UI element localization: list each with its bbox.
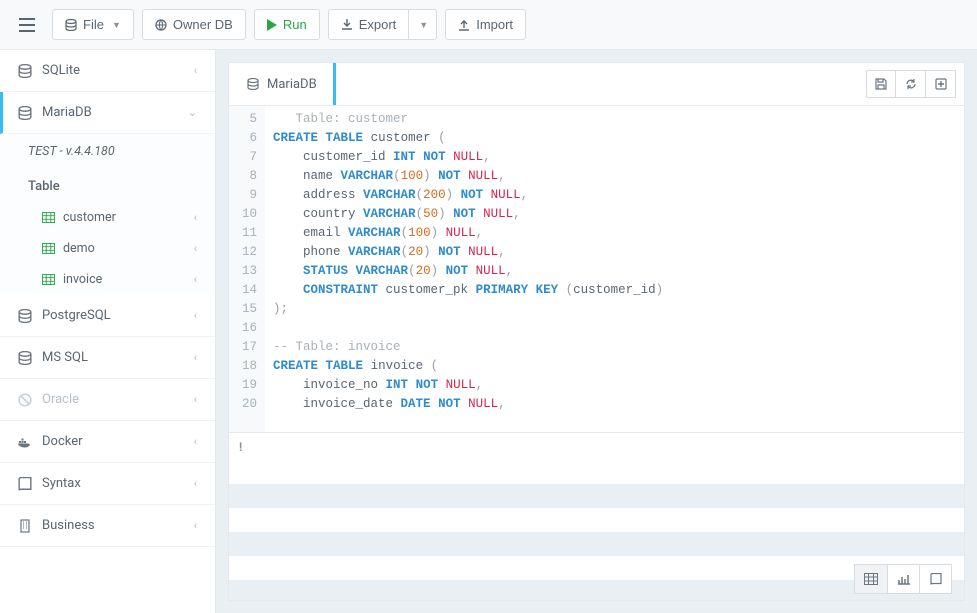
- sidebar-item-postgresql[interactable]: PostgreSQL ‹: [0, 295, 215, 337]
- file-label: File: [83, 17, 104, 32]
- chevron-left-icon: ‹: [194, 211, 197, 224]
- chevron-left-icon: ‹: [194, 393, 197, 406]
- import-label: Import: [476, 17, 513, 32]
- sidebar-item-label: Syntax: [42, 476, 81, 491]
- sidebar-item-docker[interactable]: Docker ‹: [0, 421, 215, 463]
- result-indicator: !: [239, 440, 242, 454]
- chevron-left-icon: ‹: [194, 519, 197, 532]
- owner-db-label: Owner DB: [173, 17, 233, 32]
- tab-bar: MariaDB: [228, 62, 965, 106]
- play-icon: [267, 19, 277, 31]
- tables-heading: Table: [0, 169, 215, 202]
- sidebar-item-ms-sql[interactable]: MS SQL ‹: [0, 337, 215, 379]
- view-table-button[interactable]: [855, 565, 887, 593]
- owner-db-button[interactable]: Owner DB: [142, 9, 246, 40]
- sidebar-item-syntax[interactable]: Syntax ‹: [0, 463, 215, 505]
- export-button[interactable]: Export: [328, 9, 410, 40]
- add-button[interactable]: [926, 70, 956, 98]
- menu-toggle-button[interactable]: [10, 8, 44, 42]
- result-area: [229, 460, 964, 600]
- db-icon: [18, 393, 32, 407]
- db-icon: [18, 477, 32, 491]
- sidebar-item-label: MariaDB: [42, 105, 92, 120]
- download-icon: [341, 19, 353, 31]
- db-icon: [18, 64, 32, 78]
- sidebar-item-sqlite[interactable]: SQLite ‹: [0, 50, 215, 92]
- db-icon: [18, 351, 32, 365]
- code-content[interactable]: Table: customerCREATE TABLE customer ( c…: [265, 106, 964, 432]
- sidebar-item-label: Docker: [42, 434, 83, 449]
- globe-icon: [155, 19, 167, 31]
- sidebar-item-label: MS SQL: [42, 350, 88, 365]
- view-book-button[interactable]: [919, 565, 951, 593]
- chevron-left-icon: ‹: [194, 64, 197, 77]
- table-name: invoice: [63, 272, 102, 287]
- sidebar-item-oracle[interactable]: Oracle ‹: [0, 379, 215, 421]
- database-icon: [65, 19, 77, 31]
- refresh-button[interactable]: [896, 70, 926, 98]
- db-icon: [18, 309, 32, 323]
- sidebar-item-mariadb[interactable]: MariaDB ⌄: [0, 92, 215, 134]
- db-icon: [18, 106, 32, 120]
- line-gutter: 567891011121314151617181920: [229, 106, 265, 432]
- table-name: customer: [63, 210, 116, 225]
- run-button[interactable]: Run: [254, 9, 320, 40]
- sql-editor: 567891011121314151617181920 Table: custo…: [228, 106, 965, 601]
- view-chart-button[interactable]: [887, 565, 919, 593]
- tab-label: MariaDB: [267, 77, 317, 92]
- chevron-left-icon: ‹: [194, 242, 197, 255]
- sidebar-item-label: PostgreSQL: [42, 308, 111, 323]
- db-icon: [18, 519, 32, 533]
- db-icon: [18, 435, 32, 449]
- sidebar-item-label: Business: [42, 518, 95, 533]
- chevron-left-icon: ‹: [194, 351, 197, 364]
- table-icon: [42, 212, 55, 223]
- table-icon: [42, 274, 55, 285]
- table-item-demo[interactable]: demo ‹: [0, 233, 215, 264]
- sidebar: SQLite‹MariaDB⌄TEST - v.4.4.180Tablecust…: [0, 50, 216, 613]
- import-button[interactable]: Import: [445, 9, 526, 40]
- chevron-left-icon: ‹: [194, 435, 197, 448]
- tab-mariadb[interactable]: MariaDB: [229, 63, 336, 105]
- sidebar-subtree: TEST - v.4.4.180Tablecustomer‹demo‹invoi…: [0, 134, 215, 295]
- export-label: Export: [359, 17, 397, 32]
- tab-actions: [866, 63, 964, 105]
- table-name: demo: [63, 241, 95, 256]
- save-button[interactable]: [866, 70, 896, 98]
- export-dropdown-button[interactable]: ▼: [409, 9, 437, 40]
- file-menu-button[interactable]: File ▼: [52, 9, 134, 40]
- table-item-customer[interactable]: customer ‹: [0, 202, 215, 233]
- run-label: Run: [283, 17, 307, 32]
- main-area: MariaDB 567891011121314151617181920 Tabl…: [216, 50, 977, 613]
- result-header: !: [229, 432, 964, 460]
- upload-icon: [458, 19, 470, 31]
- table-item-invoice[interactable]: invoice ‹: [0, 264, 215, 295]
- view-switch: [854, 564, 952, 594]
- sidebar-item-business[interactable]: Business ‹: [0, 505, 215, 547]
- caret-down-icon: ▼: [419, 20, 428, 30]
- chevron-left-icon: ‹: [194, 309, 197, 322]
- code-area[interactable]: 567891011121314151617181920 Table: custo…: [229, 106, 964, 432]
- sidebar-item-label: Oracle: [42, 392, 79, 407]
- chevron-left-icon: ‹: [194, 273, 197, 286]
- db-version: TEST - v.4.4.180: [0, 134, 215, 169]
- sidebar-item-label: SQLite: [42, 63, 80, 78]
- table-icon: [42, 243, 55, 254]
- top-toolbar: File ▼ Owner DB Run Export ▼ Import: [0, 0, 977, 50]
- export-button-group: Export ▼: [328, 9, 438, 40]
- caret-down-icon: ▼: [112, 20, 121, 30]
- chevron-left-icon: ‹: [194, 477, 197, 490]
- chevron-down-icon: ⌄: [188, 106, 197, 119]
- database-icon: [247, 78, 259, 90]
